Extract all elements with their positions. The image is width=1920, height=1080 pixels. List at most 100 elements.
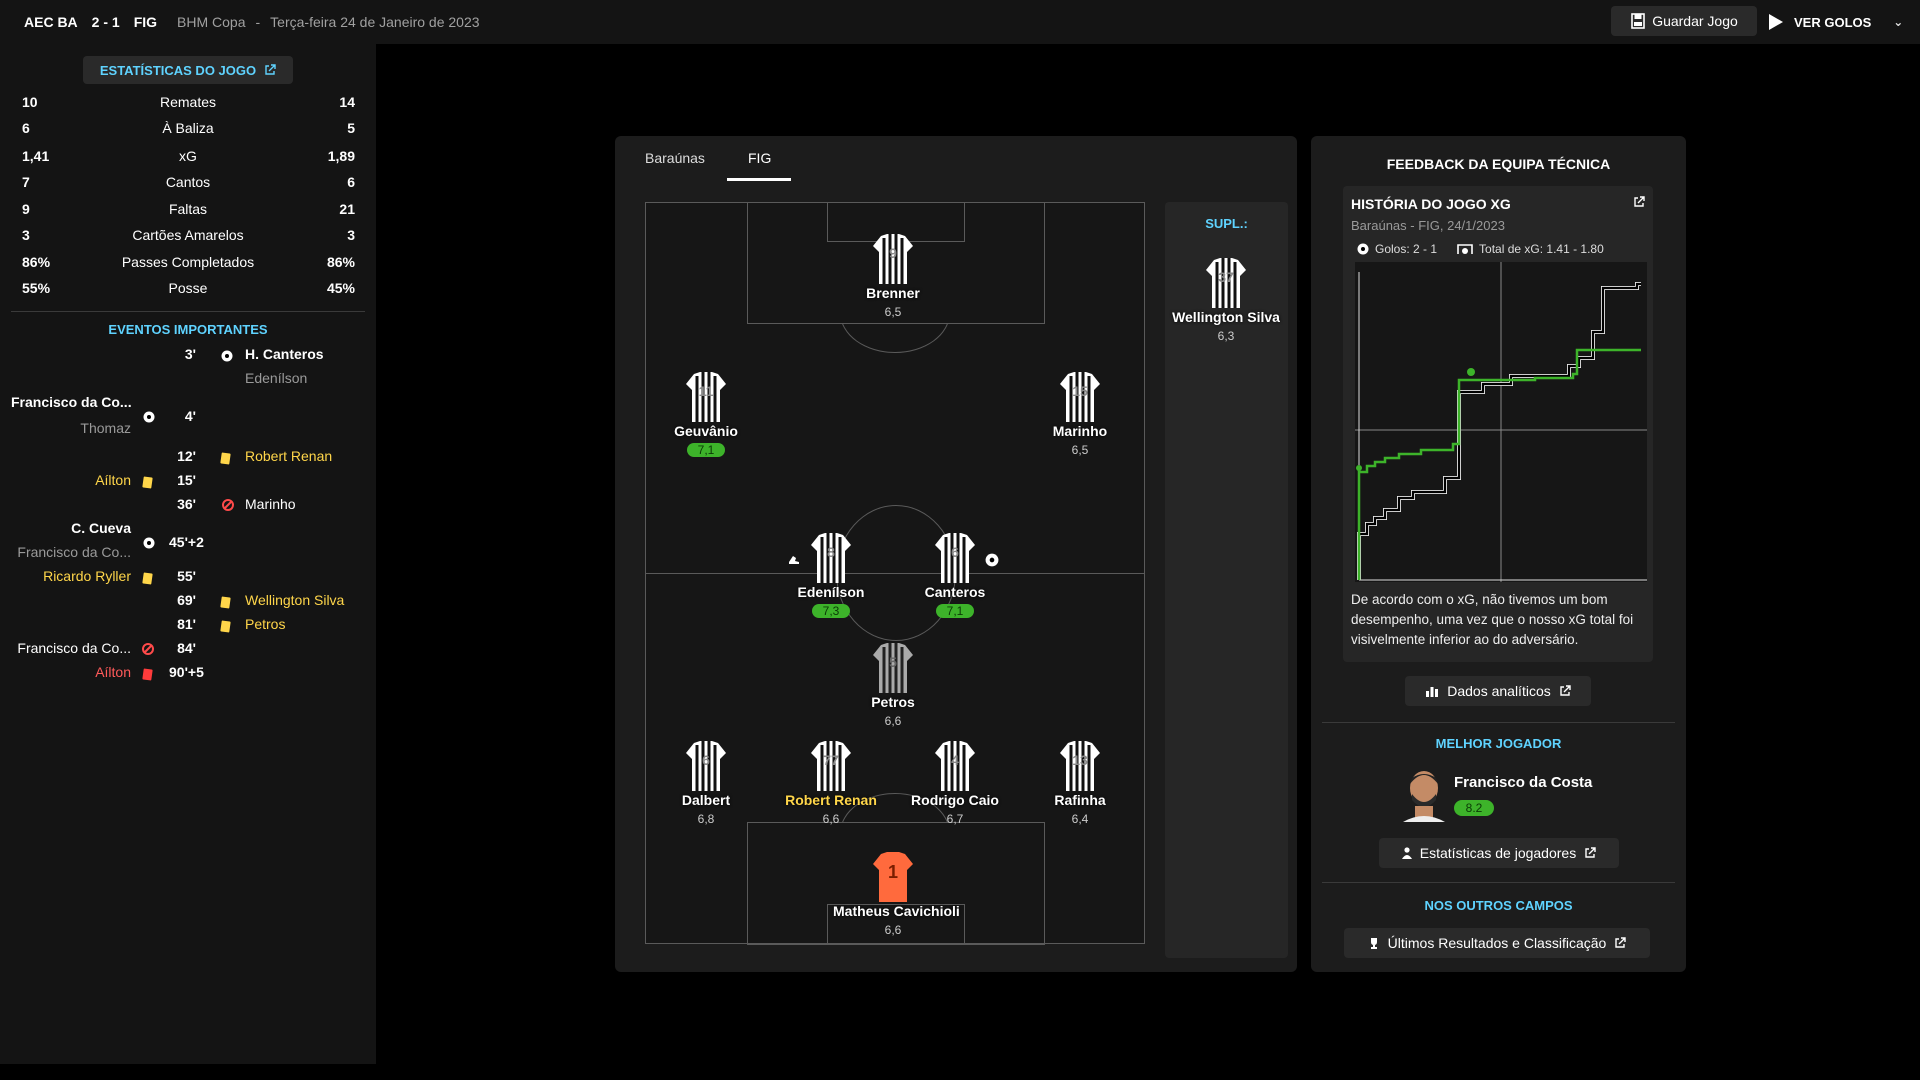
event-row: C. Cueva 45'+2 (0, 514, 376, 550)
goal-icon (985, 553, 999, 567)
player-name: Dalbert (681, 792, 731, 808)
stat-row-corners: 7 Cantos 6 (0, 174, 376, 200)
shirt-icon: 15 (1060, 372, 1100, 422)
shirt-icon: 11 (686, 372, 726, 422)
goal-net-icon (1457, 244, 1473, 254)
event-player[interactable]: Petros (245, 616, 285, 632)
svg-text:1: 1 (888, 862, 898, 882)
tab-away[interactable]: FIG (748, 150, 771, 166)
event-assist[interactable]: Thomaz (80, 420, 131, 436)
svg-text:37: 37 (1218, 269, 1234, 285)
save-match-button[interactable]: Guardar Jogo (1611, 6, 1757, 36)
event-time: 84' (177, 640, 196, 656)
shirt-icon: 77 (811, 741, 851, 791)
stat-away: 6 (347, 174, 355, 190)
feedback-title: FEEDBACK DA EQUIPA TÉCNICA (1386, 156, 1611, 172)
svg-text:6: 6 (951, 544, 959, 560)
shirt-icon: 9 (873, 234, 913, 284)
player-petros[interactable]: 5 Petros 6,6 (833, 643, 953, 730)
stat-row-passes: 86% Passes Completados 86% (0, 254, 376, 280)
player-keeper[interactable]: 1 Matheus Cavichioli 6,6 (833, 852, 960, 939)
xg-legend: Golos: 2 - 1 Total de xG: 1.41 - 1.80 (1357, 242, 1604, 256)
player-rating: 7,1 (687, 443, 725, 457)
stat-label: Cantos (165, 174, 211, 190)
xg-title: HISTÓRIA DO JOGO XG (1351, 196, 1511, 212)
stat-row-fouls: 9 Faltas 21 (0, 201, 376, 227)
event-assist[interactable]: Edenílson (245, 370, 307, 386)
stat-label: Posse (168, 280, 208, 296)
stat-away: 45% (326, 280, 355, 296)
latest-results-button[interactable]: Últimos Resultados e Classificação (1344, 928, 1650, 958)
goals-legend: Golos: 2 - 1 (1357, 242, 1437, 256)
divider (1322, 882, 1675, 883)
analytics-button[interactable]: Dados analíticos (1405, 676, 1591, 706)
event-player[interactable]: Francisco da Co... (11, 394, 132, 410)
event-row: 36' Marinho (0, 490, 376, 514)
stat-away: 86% (326, 254, 355, 270)
stat-label: Passes Completados (121, 254, 255, 270)
player-edenilson[interactable]: 8 Edenílson 7,3 (771, 533, 891, 620)
player-geuvanio[interactable]: 11 Geuvânio 7,1 (646, 372, 766, 459)
player-stats-label: Estatísticas de jogadores (1419, 845, 1577, 861)
stat-away: 3 (347, 227, 355, 243)
player-rating: 6,5 (884, 305, 902, 319)
chevron-down-icon[interactable]: ⌄ (1893, 15, 1903, 29)
player-brenner[interactable]: 9 Brenner 6,5 (833, 234, 953, 321)
player-rodrigo-caio[interactable]: 4 Rodrigo Caio 6,7 (895, 741, 1015, 828)
player-dalbert[interactable]: 6 Dalbert 6,8 (646, 741, 766, 828)
player-name: Brenner (866, 285, 920, 301)
coach-feedback-panel: FEEDBACK DA EQUIPA TÉCNICA HISTÓRIA DO J… (1311, 136, 1686, 972)
event-time: 81' (177, 616, 196, 632)
player-rating: 6,6 (884, 923, 902, 937)
analytics-label: Dados analíticos (1447, 683, 1551, 699)
event-row: Thomaz (0, 418, 376, 442)
event-player[interactable]: Marinho (245, 496, 296, 512)
player-name: Edenílson (797, 584, 865, 600)
match-stats-panel: ESTATÍSTICAS DO JOGO 10 Remates 14 6À Bali… (0, 44, 376, 1064)
expand-icon[interactable] (1633, 196, 1645, 208)
event-row: 3' H. Canteros (0, 346, 376, 370)
player-name: Canteros (924, 584, 986, 600)
shirt-icon: 5 (873, 643, 913, 693)
player-canteros[interactable]: 6 Canteros 7,1 (895, 533, 1015, 620)
best-player-name[interactable]: Francisco da Costa (1454, 774, 1592, 791)
away-team: FIG (133, 14, 158, 30)
svg-text:11: 11 (699, 383, 714, 399)
player-rating: 6,4 (1071, 812, 1089, 826)
event-player[interactable]: Aílton (95, 472, 131, 488)
event-player[interactable]: C. Cueva (71, 520, 131, 536)
scoreline: AEC BA 2 - 1 FIG (0, 14, 157, 30)
event-row: Francisco da Co... 84' (0, 634, 376, 658)
competition: BHM Copa (177, 14, 246, 30)
event-player[interactable]: Robert Renan (245, 448, 332, 464)
best-player-avatar (1403, 771, 1445, 822)
xg-story-card: HISTÓRIA DO JOGO XG Baraúnas - FIG, 24/1… (1343, 186, 1653, 662)
event-row: Ricardo Ryller 55' (0, 562, 376, 586)
stat-label: À Baliza (162, 120, 214, 136)
svg-text:15: 15 (1072, 383, 1088, 399)
event-player[interactable]: H. Canteros (245, 346, 324, 362)
player-stats-button[interactable]: Estatísticas de jogadores (1379, 838, 1619, 868)
external-link-icon (1615, 937, 1627, 948)
event-player[interactable]: Aílton (95, 664, 131, 680)
player-rafinha[interactable]: 13 Rafinha 6,4 (1020, 741, 1140, 828)
view-goals-button[interactable]: VER GOLOS ⌄ (1768, 8, 1903, 36)
sub-wellington-silva[interactable]: 37 Wellington Silva 6,3 (1166, 258, 1286, 345)
event-player[interactable]: Francisco da Co... (17, 640, 131, 656)
event-assist[interactable]: Francisco da Co... (17, 544, 131, 560)
player-marinho[interactable]: 15 Marinho 6,5 (1020, 372, 1140, 459)
svg-text:8: 8 (827, 544, 835, 560)
tab-home[interactable]: Baraúnas (645, 150, 705, 166)
match-stats-button[interactable]: ESTATÍSTICAS DO JOGO (83, 56, 293, 84)
player-name: Rodrigo Caio (911, 792, 999, 808)
player-rating: 6,5 (1071, 443, 1089, 457)
event-player[interactable]: Wellington Silva (245, 592, 344, 608)
stat-row-yellow-cards: 3 Cartões Amarelos 3 (0, 227, 376, 253)
player-robert-renan[interactable]: 77 Robert Renan 6,6 (771, 741, 891, 828)
shirt-icon: 6 (686, 741, 726, 791)
yellow-card-icon (142, 571, 155, 585)
yellow-card-icon (220, 451, 233, 465)
injury-icon (142, 643, 154, 655)
event-player[interactable]: Ricardo Ryller (43, 568, 131, 584)
stat-label: Remates (159, 94, 217, 110)
